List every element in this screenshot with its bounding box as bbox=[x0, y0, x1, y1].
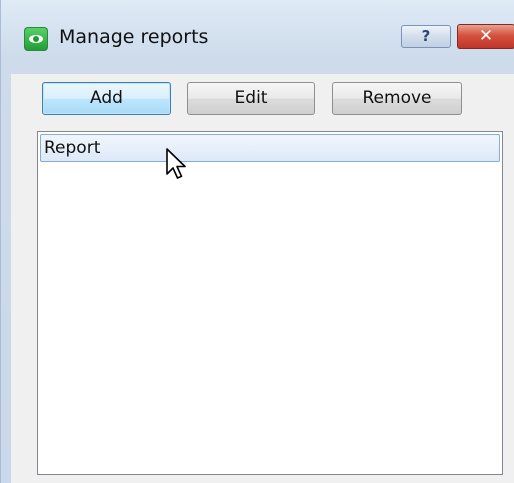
add-button[interactable]: Add bbox=[42, 82, 171, 115]
title-bar[interactable]: Manage reports ? ✕ bbox=[1, 0, 514, 74]
dialog-content: Add Edit Remove Report bbox=[11, 74, 514, 483]
manage-reports-dialog: Manage reports ? ✕ Add Edit Remove Repor… bbox=[0, 0, 514, 483]
close-button[interactable]: ✕ bbox=[457, 24, 514, 49]
reports-list[interactable]: Report bbox=[37, 131, 503, 475]
mouse-pointer-icon bbox=[166, 148, 186, 179]
eye-icon bbox=[24, 27, 48, 51]
window-title: Manage reports bbox=[59, 26, 209, 48]
help-button[interactable]: ? bbox=[401, 25, 451, 48]
edit-button[interactable]: Edit bbox=[187, 82, 315, 115]
list-item[interactable]: Report bbox=[40, 134, 500, 162]
remove-button[interactable]: Remove bbox=[332, 82, 462, 115]
